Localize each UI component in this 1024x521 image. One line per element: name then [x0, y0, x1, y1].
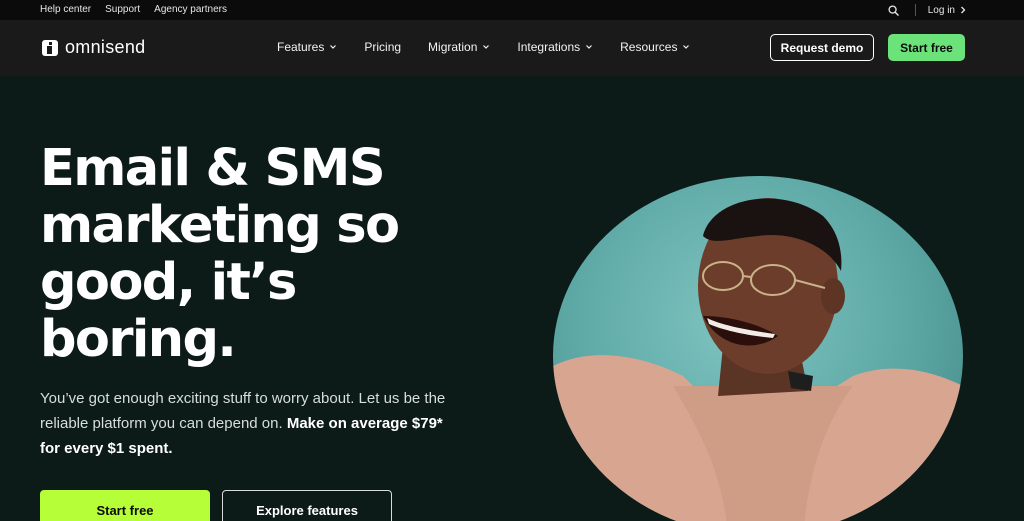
utility-bar: Help center Support Agency partners Log … [0, 0, 1024, 20]
chevron-down-icon [683, 45, 690, 49]
menu-label: Features [277, 40, 325, 54]
chevron-down-icon [330, 45, 337, 49]
headline-line: marketing so [40, 196, 400, 255]
hero-person-image [553, 176, 963, 521]
menu-label: Pricing [364, 40, 402, 54]
menu-item-migration[interactable]: Migration [428, 40, 490, 54]
logo-mark-icon [42, 39, 58, 56]
omnisend-logo[interactable]: omnisend [42, 37, 145, 58]
login-label: Log in [927, 4, 955, 16]
menu-item-resources[interactable]: Resources [620, 40, 690, 54]
hero-headline: Email & SMS marketing so good, it’s bori… [40, 140, 460, 368]
menu-label: Integrations [517, 40, 581, 54]
menu-label: Resources [620, 40, 678, 54]
primary-menu: Features Pricing Migration Integrations … [277, 40, 690, 54]
support-link[interactable]: Support [105, 4, 140, 15]
request-demo-button[interactable]: Request demo [770, 34, 874, 61]
headline-line: good, it’s [40, 253, 297, 312]
utility-links: Help center Support Agency partners [40, 4, 227, 15]
utility-right: Log in [887, 3, 966, 17]
logo-text: omnisend [65, 37, 146, 57]
explore-features-button[interactable]: Explore features [222, 490, 392, 521]
main-nav: omnisend Features Pricing Migration Inte… [0, 20, 1024, 76]
headline-line: boring. [40, 310, 237, 369]
person-illustration [553, 198, 963, 521]
headline-line: Email & SMS [40, 139, 386, 198]
hero-section: Email & SMS marketing so good, it’s bori… [0, 76, 1024, 521]
chevron-down-icon [586, 45, 593, 49]
start-free-nav-button[interactable]: Start free [888, 34, 965, 61]
menu-item-features[interactable]: Features [277, 40, 337, 54]
menu-item-pricing[interactable]: Pricing [364, 40, 401, 54]
menu-label: Migration [428, 40, 478, 54]
utility-divider [914, 4, 916, 16]
agency-partners-link[interactable]: Agency partners [154, 4, 227, 15]
menu-item-integrations[interactable]: Integrations [517, 40, 593, 54]
chevron-right-icon [961, 6, 966, 14]
start-free-button[interactable]: Start free [40, 490, 210, 521]
login-link[interactable]: Log in [928, 5, 966, 16]
hero-subcopy: You’ve got enough exciting stuff to worr… [40, 386, 460, 461]
search-icon[interactable] [887, 3, 901, 17]
help-center-link[interactable]: Help center [40, 4, 91, 15]
chevron-down-icon [483, 45, 490, 49]
